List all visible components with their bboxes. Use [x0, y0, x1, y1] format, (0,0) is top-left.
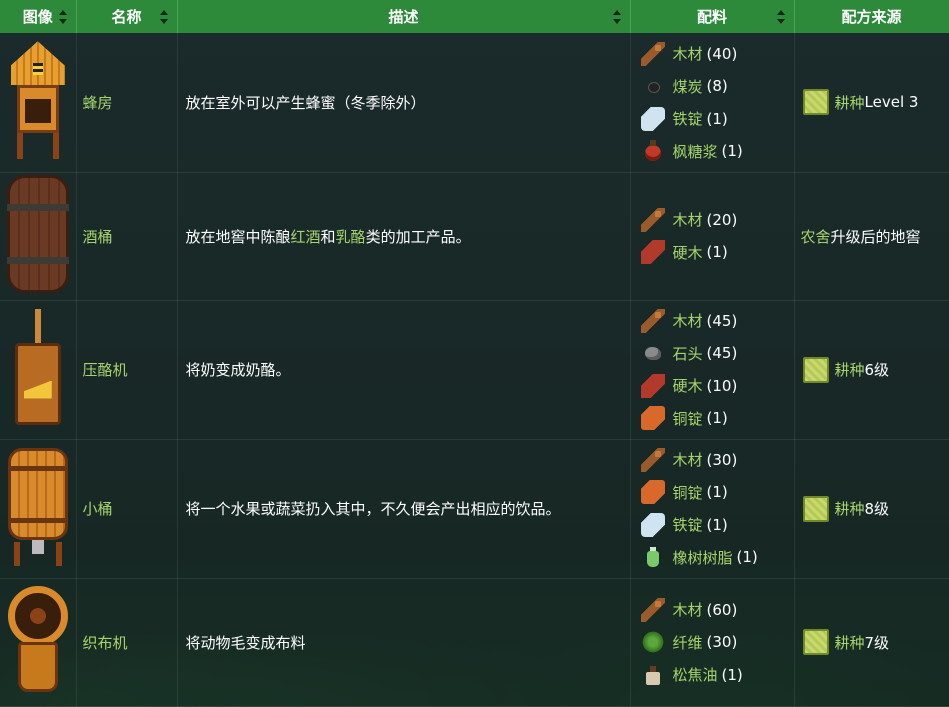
image-cell — [0, 578, 77, 707]
farming-skill-icon[interactable] — [802, 629, 829, 655]
ingredient-item: 铁锭 (1) — [640, 102, 794, 135]
ingredients-cell: 木材 (60) 纤维 (30) 松焦油 (1) — [630, 578, 795, 707]
image-cell — [0, 439, 77, 579]
iron-bar-icon[interactable] — [640, 512, 665, 537]
ingredient-item: 木材 (60) — [640, 593, 794, 626]
ingredients-cell: 木材 (20) 硬木 (1) — [630, 172, 795, 301]
item-description: 放在地窖中陈酿红酒和乳酪类的加工产品。 — [177, 172, 631, 301]
table-row: 酒桶 放在地窖中陈酿红酒和乳酪类的加工产品。 木材 (20) 硬木 (1) 农舍 升级… — [0, 172, 949, 301]
bee-house-image[interactable] — [9, 41, 67, 160]
sort-icon[interactable] — [159, 9, 169, 24]
ingredient-item: 木材 (30) — [640, 444, 794, 477]
table-row: 压酪机 将奶变成奶酪。 木材 (45) 石头 (45) 硬木 (10) 铜锭 (1) 耕… — [0, 300, 949, 440]
wood-icon[interactable] — [640, 207, 665, 232]
item-name-link[interactable]: 酒桶 — [76, 172, 178, 301]
coal-icon[interactable] — [641, 74, 665, 98]
ingredient-item: 橡树树脂 (1) — [641, 541, 794, 574]
wood-icon[interactable] — [640, 597, 665, 622]
ingredient-item: 纤维 (30) — [640, 626, 794, 659]
ingredient-item: 石头 (45) — [641, 337, 794, 370]
farming-skill-icon[interactable] — [802, 495, 829, 522]
source-cell: 耕种 8级 — [794, 439, 949, 579]
ingredient-item: 硬木 (10) — [640, 370, 794, 403]
item-description: 将动物毛变成布料 — [177, 578, 631, 707]
loom-image[interactable] — [7, 586, 68, 694]
ingredients-cell: 木材 (45) 石头 (45) 硬木 (10) 铜锭 (1) — [630, 300, 795, 440]
copper-bar-icon[interactable] — [640, 480, 665, 505]
item-name-link[interactable]: 蜂房 — [76, 33, 178, 173]
ingredient-item: 木材 (40) — [640, 37, 794, 70]
item-description: 放在室外可以产生蜂蜜（冬季除外） — [177, 33, 631, 173]
source-cell: 耕种 6级 — [794, 300, 949, 440]
item-description: 将奶变成奶酪。 — [177, 300, 631, 440]
source-cell: 耕种 7级 — [794, 578, 949, 707]
table-header-row: 图像 名称 描述 配料 配方来源 — [0, 0, 949, 33]
sort-icon[interactable] — [776, 9, 786, 24]
item-description: 将一个水果或蔬菜扔入其中，不久便会产出相应的饮品。 — [177, 439, 631, 579]
farming-skill-icon[interactable] — [802, 356, 829, 383]
ingredients-cell: 木材 (30) 铜锭 (1) 铁锭 (1) 橡树树脂 (1) — [630, 439, 795, 579]
ingredient-item: 煤炭 (8) — [641, 70, 794, 103]
column-header-source[interactable]: 配方来源 — [794, 0, 949, 33]
cheese-link[interactable]: 乳酪 — [336, 228, 366, 246]
fiber-icon[interactable] — [640, 630, 665, 654]
column-header-name[interactable]: 名称 — [76, 0, 178, 33]
pine-tar-icon[interactable] — [641, 663, 665, 687]
ingredient-item: 硬木 (1) — [640, 236, 794, 269]
ingredient-item: 枫糖浆 (1) — [641, 135, 794, 168]
wood-icon[interactable] — [640, 308, 665, 333]
image-cell — [0, 300, 77, 440]
wine-link[interactable]: 红酒 — [291, 228, 321, 246]
column-header-description[interactable]: 描述 — [177, 0, 631, 33]
farming-skill-icon[interactable] — [802, 89, 829, 116]
sort-icon[interactable] — [612, 9, 622, 24]
source-cell: 农舍 升级后的地窖 — [794, 172, 949, 301]
stone-icon[interactable] — [641, 341, 665, 365]
copper-bar-icon[interactable] — [640, 406, 665, 431]
column-header-ingredients[interactable]: 配料 — [630, 0, 795, 33]
wood-icon[interactable] — [640, 41, 665, 66]
source-cell: 耕种 Level 3 — [794, 33, 949, 173]
oak-resin-icon[interactable] — [641, 545, 665, 569]
hardwood-icon[interactable] — [640, 373, 665, 398]
maple-syrup-icon[interactable] — [641, 139, 665, 163]
ingredient-item: 木材 (20) — [640, 204, 794, 237]
item-name-link[interactable]: 织布机 — [76, 578, 178, 707]
ingredient-item: 铜锭 (1) — [640, 402, 794, 435]
ingredient-item: 铜锭 (1) — [640, 476, 794, 509]
ingredient-item: 木材 (45) — [640, 305, 794, 338]
sort-icon[interactable] — [58, 9, 68, 24]
iron-bar-icon[interactable] — [640, 106, 665, 131]
keg-image[interactable] — [6, 175, 69, 293]
table-row: 织布机 将动物毛变成布料 木材 (60) 纤维 (30) 松焦油 (1) 耕种 7级 — [0, 578, 949, 707]
ingredient-item: 松焦油 (1) — [641, 658, 794, 691]
ingredient-item: 铁锭 (1) — [640, 509, 794, 542]
small-keg-image[interactable] — [7, 447, 68, 566]
image-cell — [0, 172, 77, 301]
image-cell — [0, 33, 77, 173]
wood-icon[interactable] — [640, 447, 665, 472]
item-name-link[interactable]: 小桶 — [76, 439, 178, 579]
item-name-link[interactable]: 压酪机 — [76, 300, 178, 440]
crafting-table: 图像 名称 描述 配料 配方来源 蜂房 放在室外可以产生蜂蜜（冬季除外） 木材(… — [0, 0, 949, 707]
table-row: 蜂房 放在室外可以产生蜂蜜（冬季除外） 木材 (40) 煤炭 (8) 铁锭 (1) 枫… — [0, 33, 949, 173]
table-row: 小桶 将一个水果或蔬菜扔入其中，不久便会产出相应的饮品。 木材 (30) 铜锭 (1… — [0, 439, 949, 579]
hardwood-icon[interactable] — [640, 240, 665, 265]
column-header-image[interactable]: 图像 — [0, 0, 77, 33]
ingredients-cell: 木材 (40) 煤炭 (8) 铁锭 (1) 枫糖浆 (1) — [630, 33, 795, 173]
cheese-press-image[interactable] — [14, 308, 61, 427]
